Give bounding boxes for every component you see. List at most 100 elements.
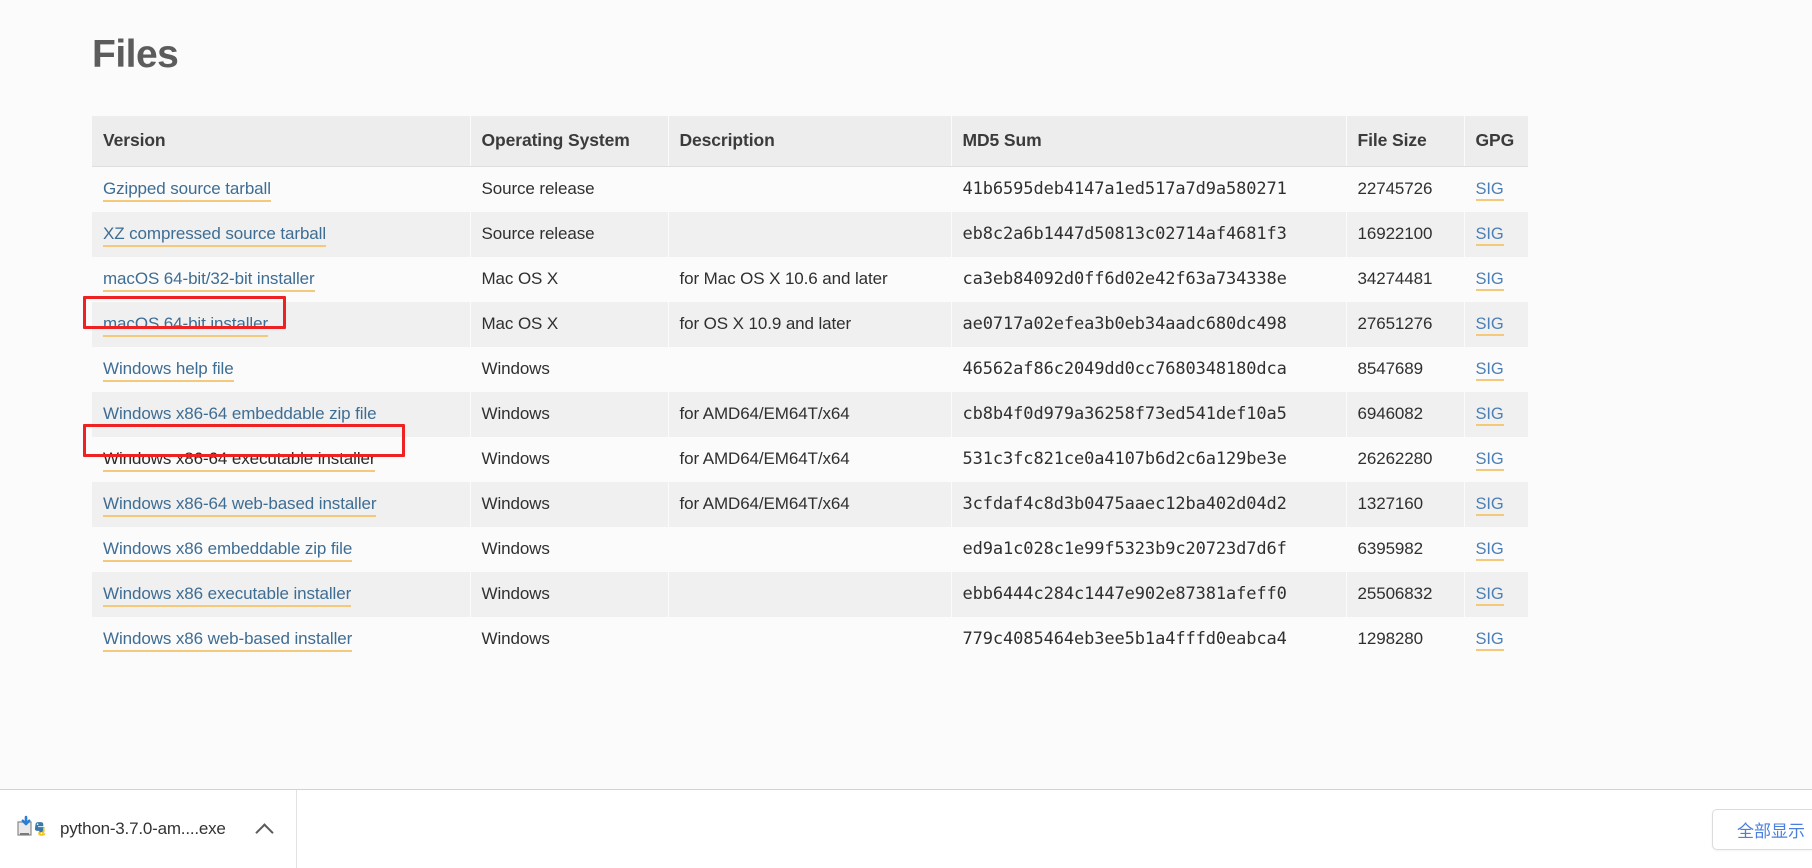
cell-md5-sum: cb8b4f0d979a36258f73ed541def10a5 — [951, 391, 1347, 437]
chevron-up-icon[interactable] — [256, 820, 274, 838]
download-link[interactable]: Windows x86-64 embeddable zip file — [103, 403, 377, 427]
cell-operating-system: Mac OS X — [470, 301, 669, 347]
cell-gpg: SIG — [1464, 571, 1528, 617]
cell-description: for OS X 10.9 and later — [668, 301, 952, 347]
files-table-body: Gzipped source tarball Source release 41b6… — [92, 166, 1528, 662]
download-link[interactable]: Windows x86 embeddable zip file — [103, 538, 352, 562]
table-row: Windows x86 web-based installer Windows 77… — [92, 616, 1528, 662]
cell-gpg: SIG — [1464, 301, 1528, 347]
column-header-gpg: GPG — [1464, 115, 1528, 167]
download-link[interactable]: Windows x86 web-based installer — [103, 628, 352, 652]
show-all-downloads-button[interactable]: 全部显示 — [1712, 809, 1812, 850]
cell-md5-sum: 531c3fc821ce0a4107b6d2c6a129be3e — [951, 436, 1347, 482]
table-row: Windows x86-64 web-based installer Window… — [92, 481, 1528, 527]
cell-gpg: SIG — [1464, 436, 1528, 482]
cell-gpg: SIG — [1464, 256, 1528, 302]
cell-operating-system: Source release — [470, 166, 669, 212]
download-item[interactable]: python-3.7.0-am....exe — [0, 790, 297, 868]
cell-md5-sum: ebb6444c284c1447e902e87381afeff0 — [951, 571, 1347, 617]
column-header-version: Version — [92, 115, 471, 167]
cell-description — [668, 571, 952, 617]
cell-operating-system: Windows — [470, 481, 669, 527]
sig-link[interactable]: SIG — [1475, 494, 1504, 516]
cell-version: Gzipped source tarball — [92, 166, 471, 212]
cell-description: for AMD64/EM64T/x64 — [668, 481, 952, 527]
cell-gpg: SIG — [1464, 616, 1528, 662]
cell-description — [668, 526, 952, 572]
cell-md5-sum: 46562af86c2049dd0cc7680348180dca — [951, 346, 1347, 392]
cell-file-size: 16922100 — [1346, 211, 1465, 257]
files-table-container: Version Operating System Description MD5… — [92, 115, 1528, 662]
cell-gpg: SIG — [1464, 391, 1528, 437]
download-file-name: python-3.7.0-am....exe — [60, 819, 226, 838]
cell-description: for Mac OS X 10.6 and later — [668, 256, 952, 302]
sig-link[interactable]: SIG — [1475, 359, 1504, 381]
download-link[interactable]: macOS 64-bit installer — [103, 313, 268, 337]
cell-description — [668, 211, 952, 257]
sig-link[interactable]: SIG — [1475, 224, 1504, 246]
cell-operating-system: Windows — [470, 346, 669, 392]
cell-gpg: SIG — [1464, 211, 1528, 257]
cell-operating-system: Source release — [470, 211, 669, 257]
table-row: Windows x86-64 executable installer Windo… — [92, 436, 1528, 482]
cell-version: Windows x86 web-based installer — [92, 616, 471, 662]
column-header-filesize: File Size — [1346, 115, 1465, 167]
cell-version: Windows x86 embeddable zip file — [92, 526, 471, 572]
cell-operating-system: Windows — [470, 436, 669, 482]
table-row: Windows x86-64 embeddable zip file Window… — [92, 391, 1528, 437]
cell-description — [668, 616, 952, 662]
download-link[interactable]: macOS 64-bit/32-bit installer — [103, 268, 315, 292]
table-row: Gzipped source tarball Source release 41b6… — [92, 166, 1528, 212]
table-row: macOS 64-bit installer Mac OS Xfor OS X 1… — [92, 301, 1528, 347]
download-link[interactable]: Gzipped source tarball — [103, 178, 271, 202]
sig-link[interactable]: SIG — [1475, 629, 1504, 651]
table-row: Windows help file Windows 46562af86c2049dd… — [92, 346, 1528, 392]
cell-operating-system: Windows — [470, 526, 669, 572]
cell-md5-sum: ca3eb84092d0ff6d02e42f63a734338e — [951, 256, 1347, 302]
files-table: Version Operating System Description MD5… — [92, 115, 1528, 662]
cell-gpg: SIG — [1464, 481, 1528, 527]
cell-version: macOS 64-bit installer — [92, 301, 471, 347]
cell-operating-system: Windows — [470, 616, 669, 662]
python-file-icon — [14, 813, 46, 845]
cell-description — [668, 166, 952, 212]
cell-gpg: SIG — [1464, 526, 1528, 572]
column-header-md5: MD5 Sum — [951, 115, 1347, 167]
cell-version: Windows help file — [92, 346, 471, 392]
page-content: Files Version Operating System Descripti… — [0, 0, 1812, 662]
cell-file-size: 34274481 — [1346, 256, 1465, 302]
cell-version: Windows x86-64 web-based installer — [92, 481, 471, 527]
cell-version: Windows x86-64 executable installer — [92, 436, 471, 482]
cell-operating-system: Windows — [470, 391, 669, 437]
cell-file-size: 1298280 — [1346, 616, 1465, 662]
sig-link[interactable]: SIG — [1475, 584, 1504, 606]
sig-link[interactable]: SIG — [1475, 449, 1504, 471]
sig-link[interactable]: SIG — [1475, 404, 1504, 426]
table-row: Windows x86 executable installer Windows e… — [92, 571, 1528, 617]
cell-version: XZ compressed source tarball — [92, 211, 471, 257]
download-shelf: python-3.7.0-am....exe 全部显示 — [0, 789, 1812, 868]
files-table-head: Version Operating System Description MD5… — [92, 115, 1528, 167]
download-link[interactable]: Windows x86-64 executable installer — [103, 448, 376, 472]
cell-gpg: SIG — [1464, 166, 1528, 212]
sig-link[interactable]: SIG — [1475, 179, 1504, 201]
cell-file-size: 1327160 — [1346, 481, 1465, 527]
download-link[interactable]: Windows x86-64 web-based installer — [103, 493, 377, 517]
table-row: macOS 64-bit/32-bit installer Mac OS Xfor… — [92, 256, 1528, 302]
table-row: Windows x86 embeddable zip file Windows ed… — [92, 526, 1528, 572]
sig-link[interactable]: SIG — [1475, 269, 1504, 291]
cell-file-size: 27651276 — [1346, 301, 1465, 347]
cell-version: macOS 64-bit/32-bit installer — [92, 256, 471, 302]
cell-description — [668, 346, 952, 392]
column-header-description: Description — [668, 115, 952, 167]
cell-md5-sum: 3cfdaf4c8d3b0475aaec12ba402d04d2 — [951, 481, 1347, 527]
cell-file-size: 26262280 — [1346, 436, 1465, 482]
download-link[interactable]: Windows help file — [103, 358, 234, 382]
sig-link[interactable]: SIG — [1475, 539, 1504, 561]
cell-file-size: 25506832 — [1346, 571, 1465, 617]
download-link[interactable]: Windows x86 executable installer — [103, 583, 351, 607]
sig-link[interactable]: SIG — [1475, 314, 1504, 336]
cell-md5-sum: 779c4085464eb3ee5b1a4fffd0eabca4 — [951, 616, 1347, 662]
cell-description: for AMD64/EM64T/x64 — [668, 391, 952, 437]
download-link[interactable]: XZ compressed source tarball — [103, 223, 326, 247]
